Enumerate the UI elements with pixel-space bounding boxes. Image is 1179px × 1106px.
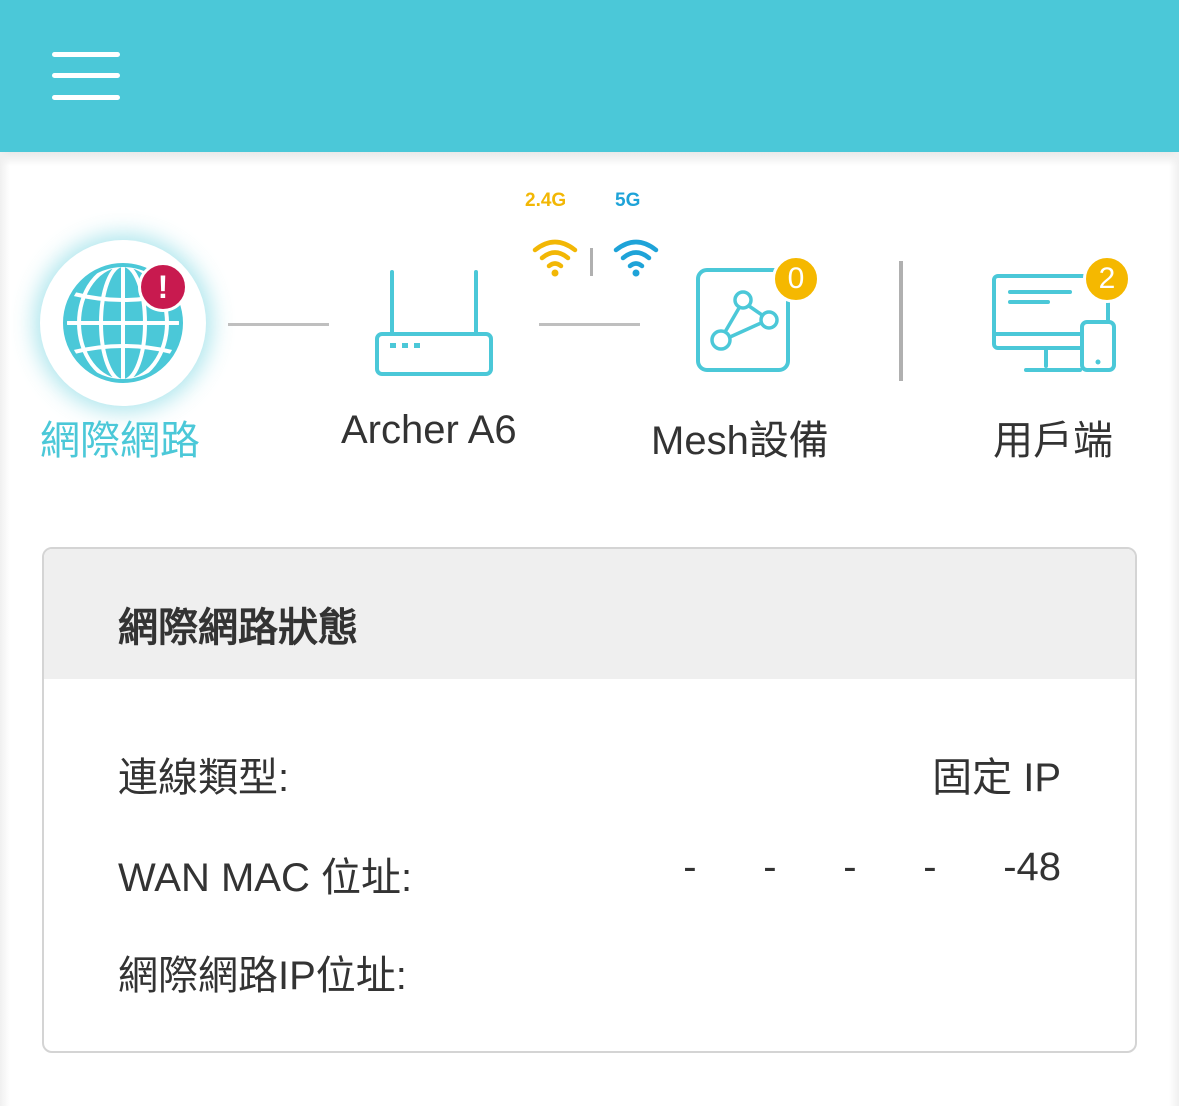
internet-node-circle[interactable] — [40, 240, 206, 406]
wan-mac-value: - - - - -48 — [683, 845, 1061, 889]
connection-type-label: 連線類型: — [118, 756, 290, 800]
app-screen: 2.4G 5G ! 網際網路 Archer A6 0 Mesh設備 2 用戶端 … — [0, 0, 1179, 1106]
connection-type-value: 固定 IP — [932, 756, 1061, 800]
internet-alert-badge: ! — [138, 262, 188, 312]
right-edge-shade — [1169, 152, 1179, 1106]
node-label-mesh: Mesh設備 — [651, 419, 829, 463]
clients-count-badge: 2 — [1083, 255, 1131, 303]
node-label-router: Archer A6 — [341, 408, 517, 452]
hamburger-menu-icon[interactable] — [52, 50, 122, 106]
globe-icon — [63, 263, 183, 383]
band-divider — [590, 248, 593, 276]
node-label-clients: 用戶端 — [993, 419, 1113, 463]
internet-status-card: 網際網路狀態 連線類型: 固定 IP WAN MAC 位址: - - - - -… — [42, 547, 1137, 1053]
card-title: 網際網路狀態 — [118, 606, 358, 650]
wan-mac-label: WAN MAC 位址: — [118, 856, 413, 900]
topology-divider — [899, 261, 903, 381]
connector-line — [539, 323, 640, 326]
router-icon[interactable] — [372, 268, 496, 380]
node-label-internet: 網際網路 — [40, 419, 200, 463]
wifi-24g-icon[interactable] — [531, 236, 579, 278]
header-shadow — [0, 152, 1179, 166]
mesh-count-badge: 0 — [772, 255, 820, 303]
connector-line — [228, 323, 329, 326]
band-5g-label: 5G — [615, 190, 641, 211]
internet-ip-label: 網際網路IP位址: — [118, 954, 407, 998]
top-app-bar — [0, 0, 1179, 152]
band-24g-label: 2.4G — [525, 190, 567, 211]
card-header: 網際網路狀態 — [44, 549, 1135, 679]
left-edge-shade — [0, 152, 10, 1106]
wifi-5g-icon[interactable] — [612, 236, 660, 278]
